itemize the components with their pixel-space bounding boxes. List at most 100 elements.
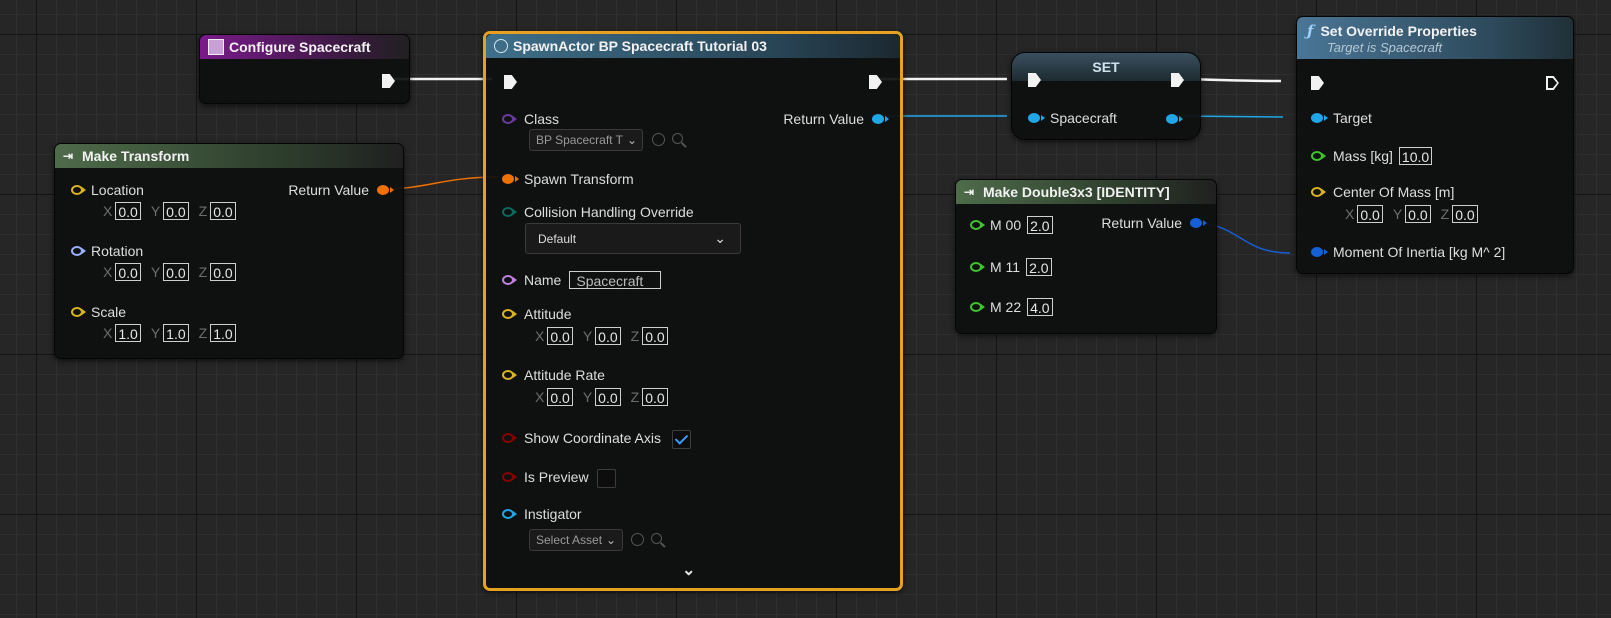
class-pin[interactable] <box>502 114 517 124</box>
attitude-rate-vector: X 0.0 Y 0.0 Z 0.0 <box>535 388 668 406</box>
show-axis-pin[interactable] <box>502 433 517 443</box>
m00-input[interactable]: 2.0 <box>1027 216 1053 234</box>
function-icon: ƒ <box>1307 21 1314 40</box>
scale-y-input[interactable]: 1.0 <box>163 324 189 342</box>
rotation-pin[interactable] <box>71 246 86 256</box>
location-x-input[interactable]: 0.0 <box>115 202 141 220</box>
m22-pin[interactable] <box>970 302 985 312</box>
scale-z-input[interactable]: 1.0 <box>210 324 236 342</box>
configure-spacecraft-header[interactable]: Configure Spacecraft <box>200 35 409 59</box>
rotation-z-input[interactable]: 0.0 <box>210 263 236 281</box>
rotation-y-input[interactable]: 0.0 <box>163 263 189 281</box>
set-node[interactable]: SET Spacecraft <box>1011 52 1201 140</box>
spawn-actor-header[interactable]: SpawnActor BP Spacecraft Tutorial 03 <box>486 34 900 58</box>
instigator-pin[interactable] <box>502 509 517 519</box>
scale-x-input[interactable]: 1.0 <box>115 324 141 342</box>
location-vector: X 0.0 Y 0.0 Z 0.0 <box>103 202 236 220</box>
location-pin[interactable] <box>71 185 86 195</box>
attitude-pin[interactable] <box>502 309 517 319</box>
is-preview-pin[interactable] <box>502 472 517 482</box>
attitude-rate-x-input[interactable]: 0.0 <box>547 388 573 406</box>
moi-pin[interactable] <box>1311 247 1328 257</box>
search-icon[interactable] <box>672 133 683 144</box>
rotation-vector: X 0.0 Y 0.0 Z 0.0 <box>103 263 236 281</box>
instigator-select[interactable]: Select Asset ⌄ <box>529 529 623 551</box>
set-var-in-pin[interactable] <box>1028 113 1045 123</box>
search-icon[interactable] <box>651 533 662 544</box>
instigator-row: Instigator <box>502 506 582 522</box>
m00-row: M 00 2.0 <box>970 216 1053 234</box>
show-axis-checkbox[interactable] <box>672 430 691 449</box>
is-preview-checkbox[interactable] <box>597 469 616 488</box>
collision-row: Collision Handling Override <box>502 204 694 220</box>
chevron-down-icon: ⌄ <box>626 133 637 147</box>
set-override-subtitle: Target is Spacecraft <box>1327 39 1443 55</box>
axis-x-label: X <box>103 203 113 219</box>
attitude-z-input[interactable]: 0.0 <box>642 327 668 345</box>
mass-input[interactable]: 10.0 <box>1398 147 1433 165</box>
attitude-y-input[interactable]: 0.0 <box>595 327 621 345</box>
browse-icon[interactable] <box>652 133 665 146</box>
spawn-exec-in-pin[interactable] <box>504 75 517 89</box>
configure-spacecraft-node[interactable]: Configure Spacecraft <box>199 34 410 104</box>
axis-y-label: Y <box>150 203 161 219</box>
spawn-exec-out-pin[interactable] <box>869 75 882 89</box>
m22-input[interactable]: 4.0 <box>1027 298 1053 316</box>
m11-input[interactable]: 2.0 <box>1026 258 1052 276</box>
double-return-pin[interactable] <box>1190 218 1207 228</box>
make-double-node[interactable]: ⇥ Make Double3x3 [IDENTITY] M 00 2.0 M 1… <box>955 179 1217 334</box>
m11-pin[interactable] <box>970 262 985 272</box>
mass-pin[interactable] <box>1311 151 1326 161</box>
rotation-row: Rotation <box>71 243 143 259</box>
scale-vector: X 1.0 Y 1.0 Z 1.0 <box>103 324 236 342</box>
expand-chevron-icon[interactable]: ⌄ <box>682 560 695 580</box>
class-select[interactable]: BP Spacecraft T ⌄ <box>529 129 643 151</box>
exec-out-pin[interactable] <box>382 74 395 88</box>
com-label: Center Of Mass [m] <box>1333 184 1455 200</box>
make-transform-header[interactable]: ⇥ Make Transform <box>55 144 403 168</box>
override-exec-in-pin[interactable] <box>1311 76 1324 90</box>
rotation-x-input[interactable]: 0.0 <box>115 263 141 281</box>
override-exec-out-pin[interactable] <box>1546 76 1559 90</box>
com-x-input[interactable]: 0.0 <box>1357 205 1383 223</box>
is-preview-row: Is Preview <box>502 469 589 485</box>
instigator-select-value: Select Asset <box>536 533 603 547</box>
attitude-rate-y-input[interactable]: 0.0 <box>595 388 621 406</box>
double-return-row: Return Value <box>1101 215 1207 231</box>
make-double-header[interactable]: ⇥ Make Double3x3 [IDENTITY] <box>956 180 1216 204</box>
spawn-transform-pin[interactable] <box>502 174 519 184</box>
com-y-input[interactable]: 0.0 <box>1405 205 1431 223</box>
event-icon <box>208 39 224 55</box>
spawn-return-label: Return Value <box>783 111 864 127</box>
transform-return-label: Return Value <box>288 182 369 198</box>
name-row: Name Spacecraft <box>502 271 662 289</box>
location-y-input[interactable]: 0.0 <box>163 202 189 220</box>
com-z-input[interactable]: 0.0 <box>1452 205 1478 223</box>
collision-pin[interactable] <box>502 207 517 217</box>
location-z-input[interactable]: 0.0 <box>210 202 236 220</box>
m00-pin[interactable] <box>970 220 985 230</box>
name-input[interactable]: Spacecraft <box>569 271 662 289</box>
set-override-node[interactable]: ƒ Set Override Properties Target is Spac… <box>1296 16 1574 274</box>
spawn-actor-node[interactable]: SpawnActor BP Spacecraft Tutorial 03 Cla… <box>483 31 903 591</box>
attitude-rate-pin[interactable] <box>502 370 517 380</box>
spawn-return-pin[interactable] <box>872 114 889 124</box>
attitude-rate-z-input[interactable]: 0.0 <box>642 388 668 406</box>
browse-icon[interactable] <box>631 533 644 546</box>
collision-select[interactable]: Default ⌄ <box>525 223 741 254</box>
set-var-out-pin[interactable] <box>1166 114 1183 124</box>
target-pin[interactable] <box>1311 113 1328 123</box>
m22-row: M 22 4.0 <box>970 298 1053 316</box>
m11-row: M 11 2.0 <box>970 258 1052 276</box>
set-override-header[interactable]: ƒ Set Override Properties Target is Spac… <box>1297 17 1573 59</box>
class-select-value: BP Spacecraft T <box>536 133 623 147</box>
com-pin[interactable] <box>1311 187 1326 197</box>
axis-y-label: Y <box>582 389 593 405</box>
name-pin[interactable] <box>502 275 517 285</box>
attitude-x-input[interactable]: 0.0 <box>547 327 573 345</box>
transform-return-pin[interactable] <box>377 185 394 195</box>
make-transform-node[interactable]: ⇥ Make Transform Location X 0.0 Y 0.0 Z 0.0… <box>54 143 404 359</box>
axis-x-label: X <box>535 328 545 344</box>
scale-pin[interactable] <box>71 307 86 317</box>
location-row: Location <box>71 182 144 198</box>
